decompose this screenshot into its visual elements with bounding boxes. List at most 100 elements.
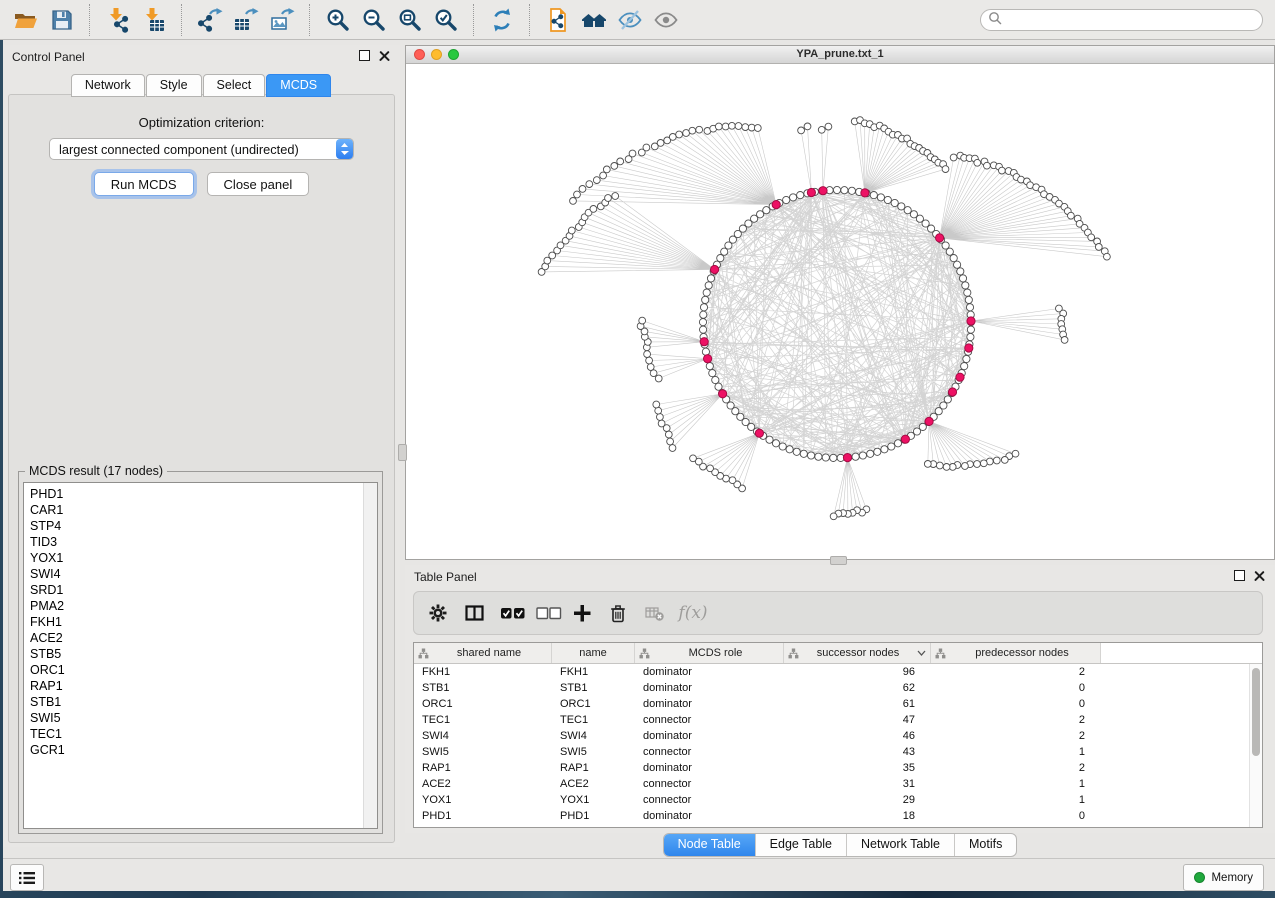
network-node[interactable] — [700, 326, 707, 333]
network-node[interactable] — [980, 460, 987, 467]
network-node[interactable] — [999, 167, 1006, 174]
open-button[interactable] — [8, 4, 44, 36]
settings-button[interactable] — [426, 598, 456, 628]
network-node[interactable] — [950, 154, 957, 161]
network-node[interactable] — [962, 463, 969, 470]
network-canvas[interactable] — [406, 64, 1274, 560]
column-header-name[interactable]: name — [552, 643, 635, 663]
mcds-list-scrollbar[interactable] — [363, 483, 377, 828]
close-panel-icon[interactable] — [379, 50, 390, 61]
mcds-result-item[interactable]: STB1 — [30, 694, 377, 710]
network-node[interactable] — [639, 317, 646, 324]
network-node[interactable] — [1068, 212, 1075, 219]
network-node[interactable] — [966, 304, 973, 311]
network-node[interactable] — [965, 296, 972, 303]
network-node[interactable] — [884, 196, 891, 203]
table-scrollbar-thumb[interactable] — [1252, 668, 1260, 756]
network-node[interactable] — [715, 383, 722, 390]
tab-select[interactable]: Select — [203, 74, 266, 97]
zoom-in-button[interactable] — [320, 4, 356, 36]
network-node[interactable] — [793, 448, 800, 455]
network-node[interactable] — [742, 124, 749, 131]
network-node[interactable] — [936, 462, 943, 469]
mcds-node[interactable] — [807, 188, 815, 196]
network-node[interactable] — [804, 123, 811, 130]
save-button[interactable] — [44, 4, 80, 36]
network-node[interactable] — [943, 464, 950, 471]
network-node[interactable] — [830, 513, 837, 520]
mcds-node[interactable] — [925, 417, 933, 425]
mcds-result-item[interactable]: STP4 — [30, 518, 377, 534]
network-node[interactable] — [967, 333, 974, 340]
mcds-result-item[interactable]: PHD1 — [30, 486, 377, 502]
vertical-splitter-handle[interactable] — [398, 444, 407, 461]
mcds-node[interactable] — [861, 189, 869, 197]
show-panels-button[interactable] — [10, 864, 44, 891]
mcds-result-item[interactable]: SWI4 — [30, 566, 377, 582]
network-node[interactable] — [729, 477, 736, 484]
network-node[interactable] — [735, 123, 742, 130]
network-node[interactable] — [612, 193, 619, 200]
network-node[interactable] — [715, 123, 722, 130]
network-node[interactable] — [717, 255, 724, 262]
column-header-predecessor-nodes[interactable]: predecessor nodes — [931, 643, 1101, 663]
refresh-button[interactable] — [484, 4, 520, 36]
mcds-result-item[interactable]: GCR1 — [30, 742, 377, 758]
table-row[interactable]: SWI4SWI4dominator462 — [414, 728, 1262, 744]
table-row[interactable]: ACE2ACE2connector311 — [414, 776, 1262, 792]
network-node[interactable] — [772, 440, 779, 447]
network-node[interactable] — [667, 438, 674, 445]
eye-button[interactable] — [648, 4, 684, 36]
network-node[interactable] — [702, 296, 709, 303]
network-node[interactable] — [822, 454, 829, 461]
network-node[interactable] — [669, 445, 676, 452]
network-node[interactable] — [800, 450, 807, 457]
network-node[interactable] — [766, 436, 773, 443]
network-node[interactable] — [655, 407, 662, 414]
horizontal-splitter-handle[interactable] — [830, 556, 847, 565]
network-node[interactable] — [894, 440, 901, 447]
close-table-panel-icon[interactable] — [1254, 570, 1265, 581]
hide-details-button[interactable] — [612, 4, 648, 36]
search-box[interactable] — [980, 9, 1263, 31]
mcds-result-item[interactable]: ACE2 — [30, 630, 377, 646]
network-node[interactable] — [825, 123, 832, 130]
export-network-button[interactable] — [192, 4, 228, 36]
optimization-criterion-select[interactable]: largest connected component (undirected) — [49, 138, 354, 160]
network-node[interactable] — [754, 125, 761, 132]
network-node[interactable] — [1104, 253, 1111, 260]
network-node[interactable] — [962, 282, 969, 289]
mcds-node[interactable] — [956, 373, 964, 381]
network-node[interactable] — [763, 207, 770, 214]
network-node[interactable] — [643, 144, 650, 151]
network-node[interactable] — [1001, 457, 1008, 464]
network-node[interactable] — [574, 191, 581, 198]
columns-button[interactable] — [462, 598, 492, 628]
network-node[interactable] — [669, 134, 676, 141]
mcds-node[interactable] — [819, 187, 827, 195]
network-node[interactable] — [950, 255, 957, 262]
network-node[interactable] — [833, 186, 840, 193]
network-node[interactable] — [629, 150, 636, 157]
network-node[interactable] — [699, 319, 706, 326]
network-node[interactable] — [783, 196, 790, 203]
mcds-node[interactable] — [772, 201, 780, 209]
mcds-result-list[interactable]: PHD1CAR1STP4TID3YOX1SWI4SRD1PMA2FKH1ACE2… — [23, 482, 378, 829]
network-node[interactable] — [1095, 244, 1102, 251]
network-node[interactable] — [646, 357, 653, 364]
network-node[interactable] — [712, 376, 719, 383]
network-node[interactable] — [984, 162, 991, 169]
network-node[interactable] — [709, 370, 716, 377]
network-node[interactable] — [993, 457, 1000, 464]
network-node[interactable] — [600, 172, 607, 179]
import-network-button[interactable] — [100, 4, 136, 36]
network-node[interactable] — [859, 452, 866, 459]
network-node[interactable] — [961, 363, 968, 370]
network-node[interactable] — [874, 448, 881, 455]
deselect-all-button[interactable] — [534, 598, 564, 628]
zoom-out-button[interactable] — [356, 4, 392, 36]
mcds-result-item[interactable]: RAP1 — [30, 678, 377, 694]
network-node[interactable] — [603, 166, 610, 173]
table-row[interactable]: RAP1RAP1dominator352 — [414, 760, 1262, 776]
close-panel-button[interactable]: Close panel — [207, 172, 310, 196]
